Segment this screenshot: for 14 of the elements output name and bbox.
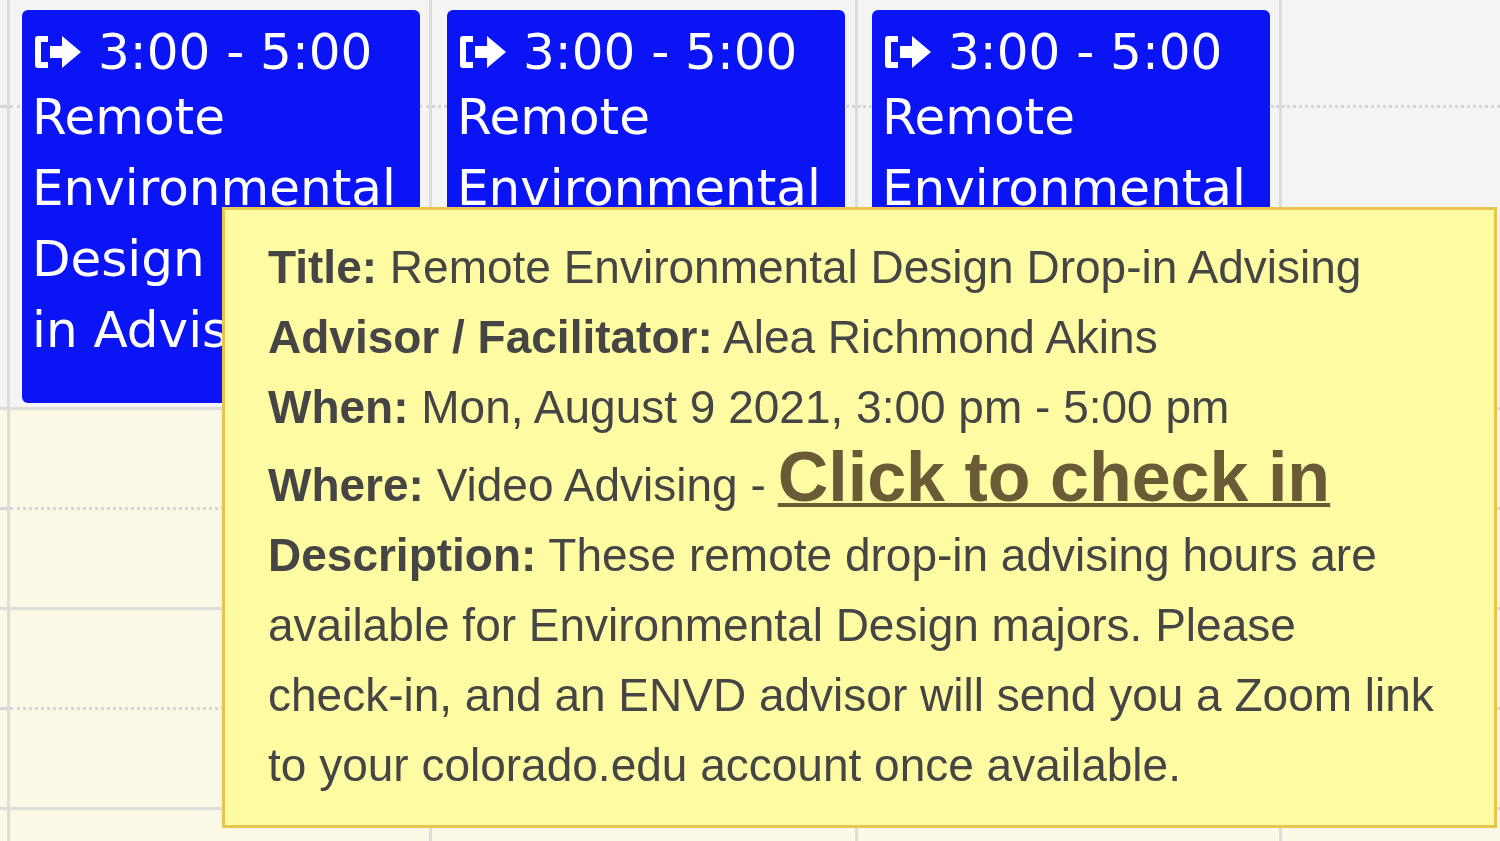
event-time: 3:00 - 5:00 xyxy=(98,22,373,82)
event-time: 3:00 - 5:00 xyxy=(948,22,1223,82)
event-title: Remote xyxy=(457,87,650,148)
event-title: Environmental xyxy=(882,158,1246,219)
event-title: Remote xyxy=(32,87,225,148)
event-title: Environmental xyxy=(32,158,396,219)
event-title: Design xyxy=(32,229,205,290)
event-title: Environmental xyxy=(457,158,821,219)
tooltip-text: Description: These remote drop-in advising hours are available for Environmental Design majors. Please check-in, and an ENVD advisor will send you a Zoom link to your colorado.edu account once available. xyxy=(268,528,1435,793)
event-time: 3:00 - 5:00 xyxy=(523,22,798,82)
event-title: Remote xyxy=(882,87,1075,148)
tooltip-text: Where: Video Advising - xyxy=(268,458,766,513)
check-in-link[interactable]: Click to check in xyxy=(777,442,1331,512)
event-title: in Advis xyxy=(32,300,229,361)
